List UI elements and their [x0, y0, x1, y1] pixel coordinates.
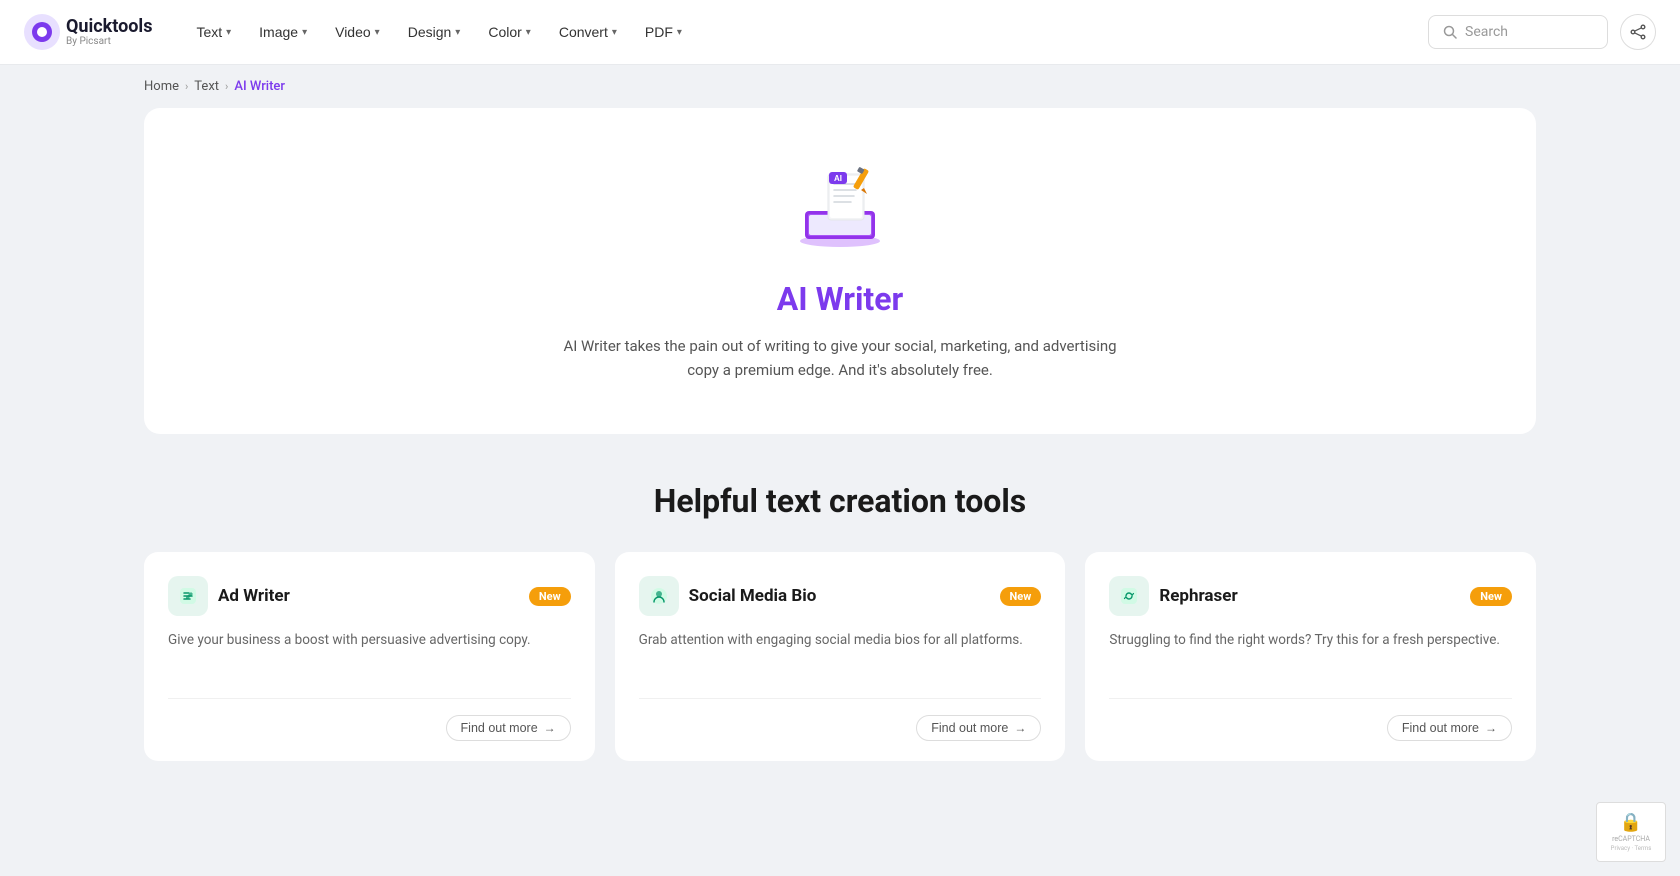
- find-out-more-rephraser[interactable]: Find out more →: [1387, 715, 1512, 741]
- arrow-icon: →: [544, 721, 556, 735]
- tool-name-ad-writer: Ad Writer: [218, 586, 290, 606]
- chevron-down-icon: ▾: [455, 27, 460, 38]
- tool-card-header: Rephraser New: [1109, 576, 1512, 616]
- tool-desc-social-media-bio: Grab attention with engaging social medi…: [639, 630, 1042, 678]
- nav-item-image[interactable]: Image ▾: [247, 18, 319, 46]
- social-media-bio-icon: [648, 585, 670, 607]
- find-out-more-social-media-bio[interactable]: Find out more →: [916, 715, 1041, 741]
- nav-links: Text ▾ Image ▾ Video ▾ Design ▾ Color ▾ …: [184, 18, 1428, 46]
- recaptcha-icon: 🔒: [1620, 812, 1642, 833]
- search-icon: [1443, 25, 1457, 39]
- main-content: AI AI Writer AI Writer takes the pain ou…: [0, 108, 1680, 801]
- tool-title-row: Rephraser: [1109, 576, 1237, 616]
- badge-new-social-media-bio: New: [1000, 587, 1042, 606]
- chevron-down-icon: ▾: [302, 27, 307, 38]
- logo[interactable]: Quicktools By Picsart: [24, 14, 152, 50]
- rephraser-icon: [1118, 585, 1140, 607]
- tool-desc-ad-writer: Give your business a boost with persuasi…: [168, 630, 571, 678]
- recaptcha-text: reCAPTCHA: [1612, 835, 1650, 843]
- nav-item-video[interactable]: Video ▾: [323, 18, 392, 46]
- badge-new-rephraser: New: [1470, 587, 1512, 606]
- tool-card-header: Social Media Bio New: [639, 576, 1042, 616]
- hero-illustration: AI: [780, 156, 900, 256]
- navbar-actions: Search: [1428, 14, 1656, 50]
- breadcrumb: Home › Text › AI Writer: [0, 65, 1680, 108]
- chevron-down-icon: ▾: [375, 27, 380, 38]
- recaptcha-terms: Privacy · Terms: [1611, 845, 1652, 852]
- breadcrumb-sep-1: ›: [185, 80, 188, 93]
- tool-icon-wrap: [1109, 576, 1149, 616]
- breadcrumb-current: AI Writer: [234, 79, 285, 94]
- ai-writer-illustration: AI: [780, 156, 900, 256]
- share-icon: [1630, 24, 1646, 40]
- tool-card-header: Ad Writer New: [168, 576, 571, 616]
- badge-new-ad-writer: New: [529, 587, 571, 606]
- tool-title-row: Ad Writer: [168, 576, 290, 616]
- logo-sub: By Picsart: [66, 36, 152, 47]
- hero-description: AI Writer takes the pain out of writing …: [560, 334, 1120, 382]
- tool-card-footer: Find out more →: [168, 698, 571, 741]
- tool-card-footer: Find out more →: [1109, 698, 1512, 741]
- tool-name-rephraser: Rephraser: [1159, 586, 1237, 606]
- svg-text:AI: AI: [834, 174, 842, 183]
- recaptcha-badge: 🔒 reCAPTCHA Privacy · Terms: [1596, 802, 1666, 862]
- nav-item-convert[interactable]: Convert ▾: [547, 18, 629, 46]
- breadcrumb-text[interactable]: Text: [194, 79, 219, 94]
- nav-item-design[interactable]: Design ▾: [396, 18, 473, 46]
- tool-card-ad-writer[interactable]: Ad Writer New Give your business a boost…: [144, 552, 595, 761]
- tool-desc-rephraser: Struggling to find the right words? Try …: [1109, 630, 1512, 678]
- find-out-more-ad-writer[interactable]: Find out more →: [446, 715, 571, 741]
- navbar: Quicktools By Picsart Text ▾ Image ▾ Vid…: [0, 0, 1680, 65]
- ad-writer-icon: [177, 585, 199, 607]
- tool-icon-wrap: [639, 576, 679, 616]
- share-button[interactable]: [1620, 14, 1656, 50]
- arrow-icon: →: [1014, 721, 1026, 735]
- section-title: Helpful text creation tools: [144, 482, 1536, 520]
- tool-card-footer: Find out more →: [639, 698, 1042, 741]
- tool-card-social-media-bio[interactable]: Social Media Bio New Grab attention with…: [615, 552, 1066, 761]
- search-box[interactable]: Search: [1428, 15, 1608, 49]
- hero-title: AI Writer: [184, 280, 1496, 318]
- arrow-icon: →: [1485, 721, 1497, 735]
- chevron-down-icon: ▾: [677, 27, 682, 38]
- tool-cards: Ad Writer New Give your business a boost…: [144, 552, 1536, 761]
- nav-item-pdf[interactable]: PDF ▾: [633, 18, 694, 46]
- nav-item-color[interactable]: Color ▾: [476, 18, 543, 46]
- logo-name: Quicktools: [66, 17, 152, 37]
- search-placeholder: Search: [1465, 24, 1508, 40]
- breadcrumb-sep-2: ›: [225, 80, 228, 93]
- tool-icon-wrap: [168, 576, 208, 616]
- chevron-down-icon: ▾: [226, 27, 231, 38]
- chevron-down-icon: ▾: [612, 27, 617, 38]
- breadcrumb-home[interactable]: Home: [144, 79, 179, 94]
- tool-name-social-media-bio: Social Media Bio: [689, 586, 817, 606]
- hero-card: AI AI Writer AI Writer takes the pain ou…: [144, 108, 1536, 434]
- tool-card-rephraser[interactable]: Rephraser New Struggling to find the rig…: [1085, 552, 1536, 761]
- nav-item-text[interactable]: Text ▾: [184, 18, 243, 46]
- chevron-down-icon: ▾: [526, 27, 531, 38]
- tool-title-row: Social Media Bio: [639, 576, 817, 616]
